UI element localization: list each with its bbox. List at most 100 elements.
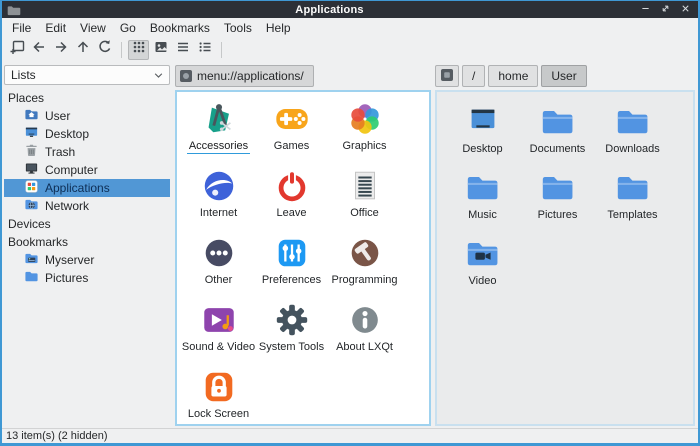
office-icon bbox=[346, 167, 384, 205]
menu-help[interactable]: Help bbox=[259, 19, 298, 37]
detailed-view-icon bbox=[197, 39, 213, 60]
app-label: Programming bbox=[329, 274, 399, 287]
close-button[interactable] bbox=[678, 3, 692, 17]
big-folder-icon bbox=[614, 169, 652, 207]
sidebar-item-pictures[interactable]: Pictures bbox=[4, 269, 170, 287]
toolbar bbox=[2, 37, 698, 62]
crumb-user[interactable]: User bbox=[541, 65, 586, 87]
app-label: Office bbox=[348, 207, 381, 220]
up-button[interactable] bbox=[72, 40, 93, 60]
folder-icon bbox=[24, 269, 39, 287]
app-internet[interactable]: Internet bbox=[182, 164, 255, 231]
folder-downloads[interactable]: Downloads bbox=[595, 100, 670, 166]
sidebar-section-bookmarks: Bookmarks bbox=[4, 233, 170, 251]
folder-label: Documents bbox=[528, 143, 588, 156]
compact-view-icon bbox=[175, 39, 191, 60]
folder-pictures[interactable]: Pictures bbox=[520, 166, 595, 232]
app-about-lxqt[interactable]: About LXQt bbox=[328, 298, 401, 365]
sidebar-item-label: Computer bbox=[45, 163, 98, 177]
compact-view-button[interactable] bbox=[172, 40, 193, 60]
pathbar-button[interactable]: menu://applications/ bbox=[175, 65, 314, 87]
restore-icon bbox=[660, 1, 671, 19]
sidebar-item-user[interactable]: User bbox=[4, 107, 170, 125]
app-office[interactable]: Office bbox=[328, 164, 401, 231]
big-folder-icon bbox=[614, 103, 652, 141]
sidebar-item-label: Desktop bbox=[45, 127, 89, 141]
desktop-folder-icon bbox=[464, 103, 502, 141]
sidebar-item-applications[interactable]: Applications bbox=[4, 179, 170, 197]
app-programming[interactable]: Programming bbox=[328, 231, 401, 298]
thumbnail-view-button[interactable] bbox=[150, 40, 171, 60]
app-graphics[interactable]: Graphics bbox=[328, 97, 401, 164]
right-column: /homeUser Desktop Documents Downloads Music… bbox=[433, 62, 698, 428]
toolbar-separator bbox=[121, 42, 122, 58]
icon-view-button[interactable] bbox=[128, 40, 149, 60]
statusbar: 13 item(s) (2 hidden) bbox=[2, 428, 698, 443]
folder-video[interactable]: Video bbox=[445, 232, 520, 298]
app-lock-screen[interactable]: Lock Screen bbox=[182, 365, 255, 426]
new-tab-icon bbox=[9, 39, 25, 60]
forward-icon bbox=[53, 39, 69, 60]
titlebar: Applications bbox=[2, 1, 698, 18]
window-title: Applications bbox=[21, 4, 638, 16]
detailed-view-button[interactable] bbox=[194, 40, 215, 60]
app-system-tools[interactable]: System Tools bbox=[255, 298, 328, 365]
app-sound-video[interactable]: Sound & Video bbox=[182, 298, 255, 365]
back-button[interactable] bbox=[28, 40, 49, 60]
app-games[interactable]: Games bbox=[255, 97, 328, 164]
app-accessories[interactable]: Accessories bbox=[182, 97, 255, 164]
forward-button[interactable] bbox=[50, 40, 71, 60]
restore-button[interactable] bbox=[658, 3, 672, 17]
new-tab-button[interactable] bbox=[6, 40, 27, 60]
folder-templates[interactable]: Templates bbox=[595, 166, 670, 232]
content-area: Lists PlacesUserDesktopTrashComputerAppl… bbox=[2, 62, 698, 428]
sidebar-item-trash[interactable]: Trash bbox=[4, 143, 170, 161]
programming-icon bbox=[346, 234, 384, 272]
desktop-icon bbox=[24, 125, 39, 143]
folder-documents[interactable]: Documents bbox=[520, 100, 595, 166]
sidebar-mode-combobox[interactable]: Lists bbox=[4, 65, 170, 85]
folder-desktop[interactable]: Desktop bbox=[445, 100, 520, 166]
status-text: 13 item(s) (2 hidden) bbox=[6, 430, 108, 442]
menu-file[interactable]: File bbox=[5, 19, 38, 37]
app-label: Internet bbox=[198, 207, 239, 220]
crumb-home[interactable]: home bbox=[488, 65, 538, 87]
sidebar-item-network[interactable]: Network bbox=[4, 197, 170, 215]
menu-view[interactable]: View bbox=[73, 19, 113, 37]
close-icon bbox=[680, 1, 691, 19]
refresh-icon bbox=[97, 39, 113, 60]
computer-icon bbox=[24, 161, 39, 179]
folder-music[interactable]: Music bbox=[445, 166, 520, 232]
about-lxqt-icon bbox=[346, 301, 384, 339]
refresh-button[interactable] bbox=[94, 40, 115, 60]
app-other[interactable]: Other bbox=[182, 231, 255, 298]
app-label: Games bbox=[272, 140, 311, 153]
app-preferences[interactable]: Preferences bbox=[255, 231, 328, 298]
menu-bookmarks[interactable]: Bookmarks bbox=[143, 19, 217, 37]
sidebar-item-label: Network bbox=[45, 199, 89, 213]
menu-go[interactable]: Go bbox=[113, 19, 143, 37]
app-label: Leave bbox=[275, 207, 309, 220]
app-leave[interactable]: Leave bbox=[255, 164, 328, 231]
toolbar-separator bbox=[221, 42, 222, 58]
menu-tools[interactable]: Tools bbox=[217, 19, 259, 37]
crumb-places-button[interactable] bbox=[435, 65, 459, 87]
folder-label: Downloads bbox=[603, 143, 661, 156]
sidebar-item-myserver[interactable]: Myserver bbox=[4, 251, 170, 269]
lock-screen-icon bbox=[200, 368, 238, 406]
minimize-button[interactable] bbox=[638, 3, 652, 17]
crumb-[interactable]: / bbox=[462, 65, 485, 87]
window-folder-icon bbox=[7, 4, 21, 16]
app-label: Lock Screen bbox=[186, 408, 251, 421]
menu-edit[interactable]: Edit bbox=[38, 19, 73, 37]
menu-location-icon bbox=[180, 70, 192, 82]
applications-pane: Accessories Games Graphics Internet Leave Off… bbox=[175, 90, 431, 426]
sidebar-item-label: Trash bbox=[45, 145, 75, 159]
sidebar-item-desktop[interactable]: Desktop bbox=[4, 125, 170, 143]
home-pane: Desktop Documents Downloads MusicPicturesTe… bbox=[435, 90, 695, 426]
trash-icon bbox=[24, 143, 39, 161]
other-icon bbox=[200, 234, 238, 272]
leave-icon bbox=[273, 167, 311, 205]
app-label: Preferences bbox=[260, 274, 323, 287]
sidebar-item-computer[interactable]: Computer bbox=[4, 161, 170, 179]
